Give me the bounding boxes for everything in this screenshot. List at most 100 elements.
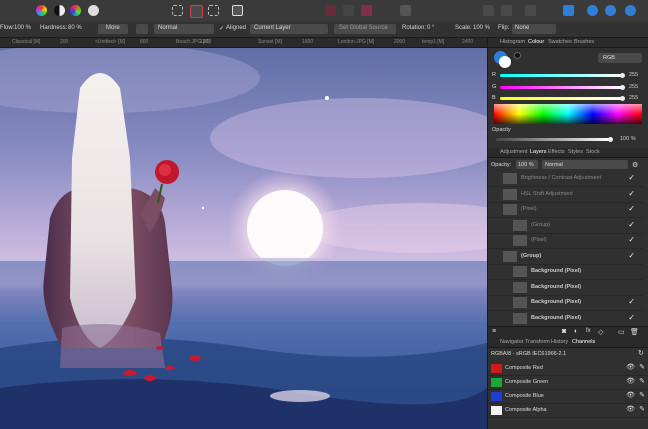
opacity-value[interactable]: 100 %: [620, 136, 636, 142]
pencil-icon[interactable]: ✎: [639, 363, 645, 371]
rotation-value[interactable]: 0 °: [427, 25, 434, 31]
layer-row[interactable]: (Group) ✓: [488, 218, 643, 234]
layer-opacity-field[interactable]: 100 %: [516, 160, 538, 169]
layer-row[interactable]: (Group) ✓: [488, 249, 643, 265]
set-global-source-button[interactable]: Set Global Source: [334, 24, 396, 34]
invert-selection-icon[interactable]: [208, 5, 219, 16]
pencil-icon[interactable]: ✎: [639, 391, 645, 399]
doc-tab[interactable]: Sunset [M]: [258, 39, 282, 45]
secondary-colour-swatch[interactable]: [499, 56, 511, 68]
tab-stock[interactable]: Stock: [586, 149, 600, 155]
r-value[interactable]: 255: [629, 72, 638, 78]
colour-model-select[interactable]: RGB: [598, 53, 642, 63]
layer-row[interactable]: Background (Pixel): [488, 280, 643, 296]
g-slider[interactable]: [500, 86, 622, 89]
eye-icon[interactable]: 👁: [626, 363, 635, 371]
magnet-icon[interactable]: [361, 5, 372, 16]
tab-history[interactable]: History: [551, 339, 568, 345]
tab-adjustment[interactable]: Adjustment: [500, 149, 528, 155]
source-select[interactable]: Current Layer: [250, 24, 328, 34]
view-mode-icon[interactable]: [625, 5, 636, 16]
channel-row[interactable]: Composite Alpha 👁 ✎: [488, 404, 648, 418]
layer-row[interactable]: Background (Pixel) ✓: [488, 295, 643, 311]
brush-settings-icon[interactable]: [136, 24, 148, 34]
opacity-slider-knob[interactable]: [607, 137, 613, 142]
more-button[interactable]: More: [98, 24, 128, 34]
layer-visibility-checkbox[interactable]: ✓: [628, 297, 635, 306]
flow-value[interactable]: 100 %: [14, 25, 31, 31]
layer-row[interactable]: (Pixel) ✓: [488, 202, 643, 218]
info-icon[interactable]: [400, 5, 411, 16]
b-value[interactable]: 255: [629, 95, 638, 101]
doc-tab[interactable]: London.JPG [M]: [338, 39, 374, 45]
channel-row[interactable]: Composite Blue 👁 ✎: [488, 390, 648, 404]
grid-icon[interactable]: [343, 5, 354, 16]
assistant-settings-icon[interactable]: [605, 5, 616, 16]
layer-row[interactable]: Brightness / Contrast Adjustment ✓: [488, 171, 643, 187]
blend-mode-select[interactable]: Normal: [154, 24, 214, 34]
layer-visibility-checkbox[interactable]: ✓: [628, 220, 635, 229]
layer-visibility-checkbox[interactable]: ✓: [628, 235, 635, 244]
tab-effects[interactable]: Effects: [548, 149, 565, 155]
colour-wheel-icon[interactable]: [36, 5, 47, 16]
deselect-icon[interactable]: [190, 5, 203, 18]
tab-navigator[interactable]: Navigator: [500, 339, 524, 345]
layer-blend-select[interactable]: Normal: [542, 160, 628, 169]
layers-stack-icon[interactable]: ≡: [492, 328, 496, 335]
tab-brushes[interactable]: Brushes: [574, 39, 594, 45]
filter-icon[interactable]: ◇: [598, 328, 603, 336]
tab-histogram[interactable]: Histogram: [500, 39, 525, 45]
layer-visibility-checkbox[interactable]: ✓: [628, 251, 635, 260]
tab-channels[interactable]: Channels: [572, 339, 595, 345]
tab-layers[interactable]: Layers: [530, 149, 547, 155]
aligned-checkbox[interactable]: ✓: [219, 25, 224, 32]
opacity-slider[interactable]: [496, 138, 610, 141]
adjustment-icon[interactable]: ◐: [574, 328, 578, 335]
gear-icon[interactable]: ⚙: [632, 161, 638, 169]
g-value[interactable]: 255: [629, 84, 638, 90]
studio-icon[interactable]: [563, 5, 574, 16]
mask-icon[interactable]: ◙: [562, 328, 566, 335]
assistant-icon[interactable]: [587, 5, 598, 16]
tab-styles[interactable]: Styles: [568, 149, 583, 155]
delete-layer-icon[interactable]: 🗑: [630, 328, 639, 336]
arrange-back-icon[interactable]: [483, 5, 494, 16]
channel-row[interactable]: Composite Red 👁 ✎: [488, 362, 648, 376]
fx-icon[interactable]: fx: [586, 328, 591, 334]
marquee-icon[interactable]: [172, 5, 183, 16]
add-layer-icon[interactable]: ▭: [618, 328, 625, 336]
layer-row[interactable]: (Pixel) ✓: [488, 233, 643, 249]
white-balance-icon[interactable]: [88, 5, 99, 16]
align-icon[interactable]: [525, 5, 536, 16]
eye-icon[interactable]: 👁: [626, 377, 635, 385]
pencil-icon[interactable]: ✎: [639, 405, 645, 413]
doc-tab[interactable]: Classical [M]: [12, 39, 40, 45]
layer-row[interactable]: HSL Shift Adjustment ✓: [488, 187, 643, 203]
eye-icon[interactable]: 👁: [626, 405, 635, 413]
document-canvas[interactable]: [0, 48, 487, 429]
r-slider[interactable]: [500, 74, 622, 77]
layer-visibility-checkbox[interactable]: ✓: [628, 313, 635, 322]
spectrum-picker[interactable]: [494, 104, 642, 124]
g-slider-knob[interactable]: [619, 85, 625, 90]
layer-visibility-checkbox[interactable]: ✓: [628, 173, 635, 182]
hardness-value[interactable]: 80 %: [68, 25, 82, 31]
layer-row[interactable]: Background (Pixel) ✓: [488, 311, 643, 326]
r-slider-knob[interactable]: [619, 73, 625, 78]
doc-tab[interactable]: temp1 [M]: [422, 39, 444, 45]
tab-transform[interactable]: Transform: [525, 339, 550, 345]
layer-row[interactable]: Background (Pixel): [488, 264, 643, 280]
tab-swatches[interactable]: Swatches: [548, 39, 572, 45]
eye-icon[interactable]: 👁: [626, 391, 635, 399]
hsl-icon[interactable]: [70, 5, 81, 16]
channel-row[interactable]: Composite Green 👁 ✎: [488, 376, 648, 390]
doc-tab[interactable]: <Unttled> [M]: [95, 39, 125, 45]
layer-visibility-checkbox[interactable]: ✓: [628, 204, 635, 213]
black-swatch[interactable]: [514, 52, 521, 59]
pencil-icon[interactable]: ✎: [639, 377, 645, 385]
contrast-icon[interactable]: [54, 5, 65, 16]
refresh-icon[interactable]: ↻: [638, 349, 644, 357]
b-slider-knob[interactable]: [619, 96, 625, 101]
tab-colour[interactable]: Colour: [528, 39, 544, 45]
snapping-icon[interactable]: [325, 5, 336, 16]
